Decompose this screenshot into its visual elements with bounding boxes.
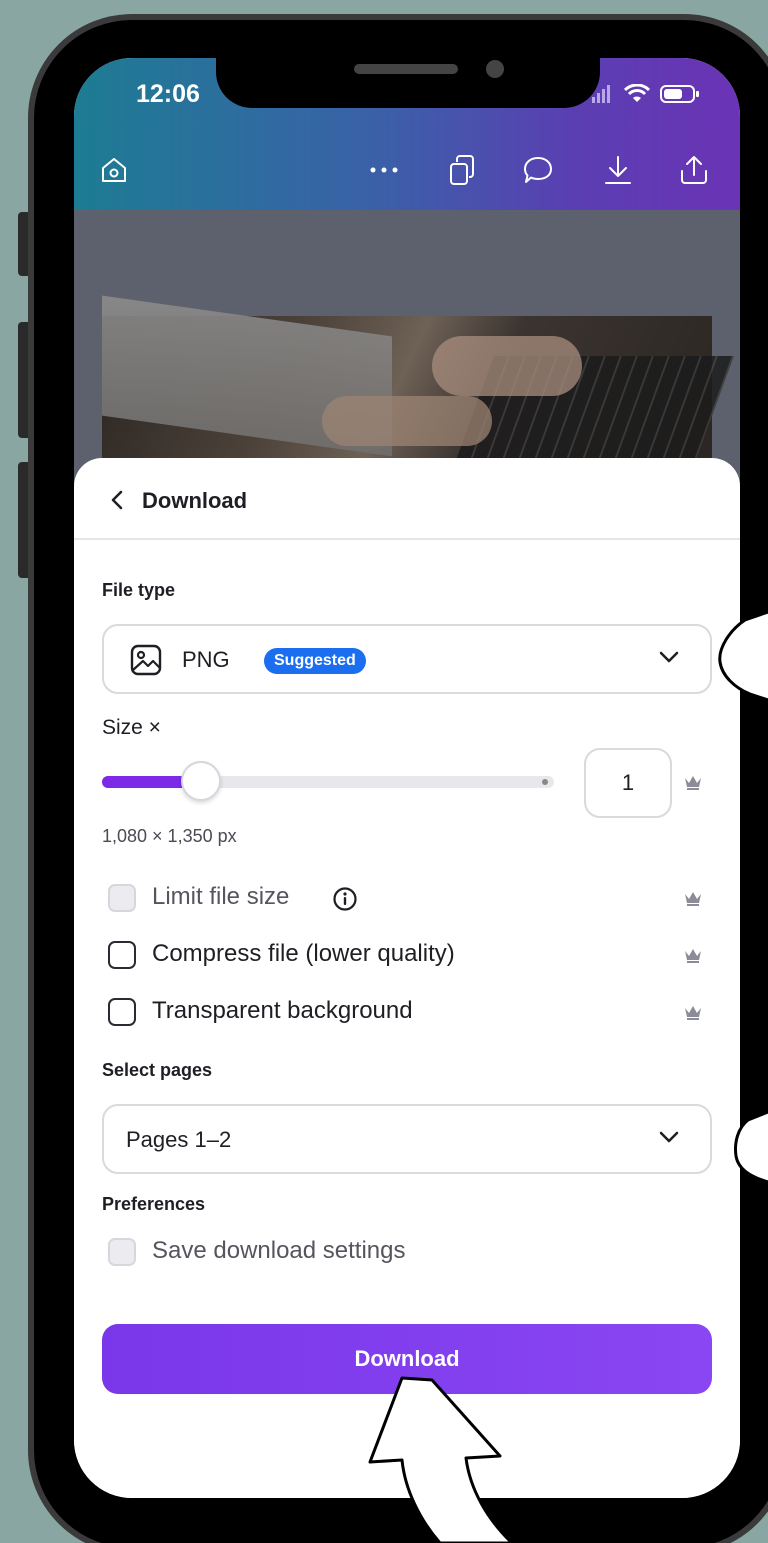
option-label: Save download settings: [152, 1237, 406, 1264]
share-button[interactable]: [674, 150, 714, 190]
image-icon: [130, 644, 162, 676]
size-slider-thumb[interactable]: [181, 761, 222, 801]
status-icons: [592, 84, 700, 104]
option-save-download-settings[interactable]: Save download settings: [108, 1236, 708, 1268]
checkbox[interactable]: [108, 884, 136, 912]
more-button[interactable]: [364, 150, 404, 190]
app-header: 12:06: [74, 58, 740, 210]
crown-icon: [685, 776, 701, 790]
sheet-header: Download: [74, 458, 740, 540]
option-label: Compress file (lower quality): [152, 940, 455, 967]
size-dimensions: 1,080 × 1,350 px: [102, 826, 237, 846]
info-icon[interactable]: [332, 886, 358, 912]
comment-icon: [524, 157, 552, 183]
pages-button[interactable]: [442, 150, 482, 190]
option-compress-file[interactable]: Compress file (lower quality): [108, 939, 708, 971]
crown-icon: [685, 949, 701, 963]
option-label: Transparent background: [152, 997, 413, 1024]
size-input[interactable]: 1: [584, 748, 672, 818]
select-pages-value: Pages 1–2: [126, 1127, 232, 1152]
checkbox[interactable]: [108, 998, 136, 1026]
comment-button[interactable]: [518, 150, 558, 190]
home-icon: [102, 158, 126, 182]
phone-notch: [216, 58, 600, 108]
size-label: Size ×: [102, 716, 161, 739]
more-icon: [370, 167, 398, 173]
download-icon: [605, 156, 631, 184]
editor-toolbar: [74, 150, 740, 194]
select-pages-dropdown[interactable]: Pages 1–2: [102, 1104, 712, 1174]
photo-hand: [432, 336, 582, 396]
checkbox[interactable]: [108, 941, 136, 969]
file-type-select[interactable]: PNG Suggested: [102, 624, 712, 694]
phone-screen: 12:06 Download File type PNG Suggested S…: [74, 58, 740, 1498]
pages-icon: [450, 155, 474, 185]
option-limit-file-size[interactable]: Limit file size: [108, 882, 708, 914]
file-type-value: PNG: [182, 647, 230, 672]
status-time: 12:06: [136, 80, 200, 108]
wifi-icon: [624, 84, 650, 102]
crown-icon: [685, 1006, 701, 1020]
chevron-down-icon: [659, 1131, 679, 1143]
design-photo: [102, 295, 734, 476]
chevron-left-icon: [111, 490, 123, 510]
battery-icon: [660, 85, 699, 103]
checkbox[interactable]: [108, 1238, 136, 1266]
chevron-down-icon: [659, 651, 679, 663]
suggested-badge: Suggested: [264, 648, 366, 674]
back-button[interactable]: [110, 486, 134, 514]
size-slider[interactable]: [102, 761, 554, 801]
photo-hand: [322, 396, 492, 446]
download-button-toolbar[interactable]: [598, 150, 638, 190]
home-button[interactable]: [94, 150, 134, 190]
file-type-label: File type: [102, 580, 176, 600]
option-transparent-background[interactable]: Transparent background: [108, 996, 708, 1028]
preferences-label: Preferences: [102, 1194, 206, 1214]
download-button[interactable]: Download: [102, 1324, 712, 1394]
notch-speaker: [354, 64, 458, 74]
slider-end-dot: [542, 779, 548, 785]
crown-icon: [685, 892, 701, 906]
download-sheet: Download File type PNG Suggested Size × …: [74, 458, 740, 1498]
option-label: Limit file size: [152, 883, 290, 910]
notch-camera: [486, 60, 504, 78]
share-icon: [681, 156, 707, 184]
sheet-title: Download: [142, 488, 248, 513]
select-pages-label: Select pages: [102, 1060, 213, 1080]
